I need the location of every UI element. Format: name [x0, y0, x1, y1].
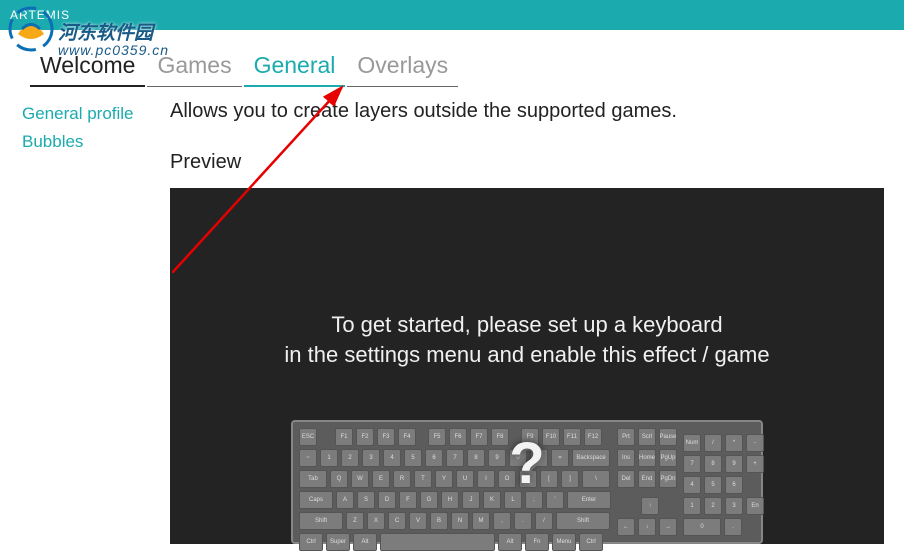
- content-area: Allows you to create layers outside the …: [160, 30, 904, 550]
- tab-overlays[interactable]: Overlays: [347, 48, 458, 87]
- tab-description: Allows you to create layers outside the …: [170, 100, 884, 123]
- tab-games[interactable]: Games: [147, 48, 241, 87]
- tab-welcome[interactable]: Welcome: [30, 48, 145, 87]
- sidebar: General profile Bubbles: [0, 30, 160, 550]
- tab-bar: Welcome Games General Overlays: [30, 48, 458, 87]
- preview-panel: To get started, please set up a keyboard…: [170, 188, 884, 544]
- tab-general[interactable]: General: [244, 48, 346, 87]
- preview-message-line2: in the settings menu and enable this eff…: [284, 342, 769, 367]
- question-mark-icon: ?: [509, 430, 544, 497]
- sidebar-item-bubbles[interactable]: Bubbles: [22, 128, 160, 156]
- preview-label: Preview: [170, 151, 884, 174]
- app-title: ARTEMIS: [10, 8, 70, 22]
- preview-message-line1: To get started, please set up a keyboard: [331, 312, 722, 337]
- sidebar-item-general-profile[interactable]: General profile: [22, 100, 160, 128]
- titlebar: ARTEMIS: [0, 0, 904, 30]
- preview-message: To get started, please set up a keyboard…: [170, 310, 884, 369]
